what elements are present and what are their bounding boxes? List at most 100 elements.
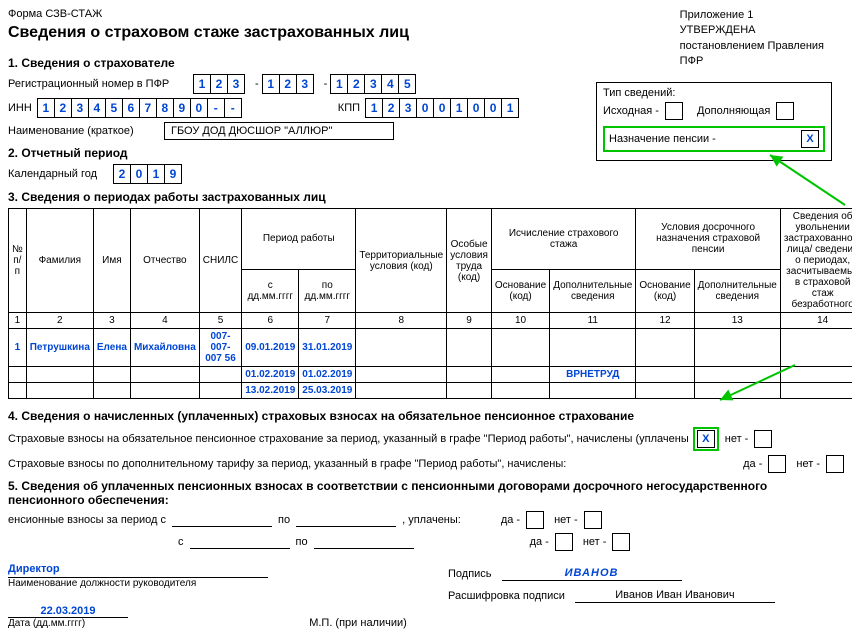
reg-cell[interactable]: 1 [330,74,348,94]
inn-label: ИНН [8,102,32,114]
inn-cell[interactable]: 2 [54,98,72,118]
s5-net1-check[interactable] [584,511,602,529]
s4-net-check[interactable] [754,430,772,448]
col-name: Имя [93,209,130,313]
col-early: Условия досрочного назначения страховой … [636,209,780,270]
s4-net-label: нет - [725,433,749,445]
type-original-check[interactable] [665,102,683,120]
inn-cell[interactable]: 9 [173,98,191,118]
inn-cell[interactable]: - [224,98,242,118]
reg-cell[interactable]: 1 [193,74,211,94]
inn-cell[interactable]: 8 [156,98,174,118]
mp-label: М.П. (при наличии) [309,617,407,629]
inn-cell[interactable]: 0 [190,98,208,118]
table-cell [9,367,27,383]
type-pension-row: Назначение пенсии - X [603,126,825,152]
kpp-cell[interactable]: 1 [365,98,383,118]
kpp-cell[interactable]: 1 [501,98,519,118]
type-supplement-check[interactable] [776,102,794,120]
table-cell [550,383,636,399]
col-calc: Исчисление страхового стажа [491,209,635,270]
type-pension-check[interactable]: X [801,130,819,148]
s5-po2: по [296,536,308,548]
s5-da1: да - [501,514,520,526]
year-cell[interactable]: 9 [164,164,182,184]
table-cell: Елена [93,329,130,367]
year-cell[interactable]: 1 [147,164,165,184]
year-cell[interactable]: 0 [130,164,148,184]
reg-cell[interactable]: 1 [262,74,280,94]
inn-cell[interactable]: - [207,98,225,118]
inn-cell[interactable]: 6 [122,98,140,118]
reg-cell[interactable]: 2 [279,74,297,94]
reg-group3: 1 2 3 4 5 [331,74,416,94]
inn-group: 1 2 3 4 5 6 7 8 9 0 - - [38,98,242,118]
table-cell [93,383,130,399]
decode-label: Расшифровка подписи [448,590,565,602]
inn-cell[interactable]: 3 [71,98,89,118]
kpp-cell[interactable]: 1 [450,98,468,118]
reg-label: Регистрационный номер в ПФР [8,78,188,90]
table-row: 13.02.201925.03.2019 [9,383,852,399]
kpp-cell[interactable]: 2 [382,98,400,118]
table-cell [491,367,549,383]
inn-cell[interactable]: 5 [105,98,123,118]
director-role-label: Наименование должности руководителя [8,578,268,589]
table-cell: 01.02.2019 [242,367,299,383]
section4-head: 4. Сведения о начисленных (уплаченных) с… [8,409,844,423]
table-cell [636,329,694,367]
s5-da2-check[interactable] [555,533,573,551]
signature-value: ИВАНОВ [502,567,682,581]
s5-s: с [178,536,184,548]
year-cell[interactable]: 2 [113,164,131,184]
reg-cell[interactable]: 5 [398,74,416,94]
inn-cell[interactable]: 7 [139,98,157,118]
s4-net2-label: нет - [796,458,820,470]
reg-cell[interactable]: 3 [296,74,314,94]
reg-cell[interactable]: 4 [381,74,399,94]
approved-line1: УТВЕРЖДЕНА [680,23,824,38]
table-cell [130,383,199,399]
appendix-label: Приложение 1 [680,8,824,23]
year-label: Календарный год [8,168,108,180]
s5-da1-check[interactable] [526,511,544,529]
s5-upl: , уплачены: [402,514,461,526]
table-cell [780,329,852,367]
kpp-cell[interactable]: 0 [433,98,451,118]
s5-from-field[interactable] [172,513,272,527]
s5-to-field[interactable] [296,513,396,527]
reg-cell[interactable]: 2 [210,74,228,94]
reg-cell[interactable]: 3 [227,74,245,94]
s4-net2-check[interactable] [826,455,844,473]
s4-da2-check[interactable] [768,455,786,473]
table-cell: ВРНЕТРУД [550,367,636,383]
table-cell [93,367,130,383]
s5-net2-check[interactable] [612,533,630,551]
kpp-cell[interactable]: 0 [416,98,434,118]
type-pension-label: Назначение пенсии - [609,133,716,145]
kpp-cell[interactable]: 3 [399,98,417,118]
s5-from2[interactable] [190,535,290,549]
reg-cell[interactable]: 3 [364,74,382,94]
kpp-cell[interactable]: 0 [467,98,485,118]
table-cell [447,367,492,383]
table-cell [694,383,780,399]
inn-cell[interactable]: 4 [88,98,106,118]
table-cell: 13.02.2019 [242,383,299,399]
org-name-value[interactable]: ГБОУ ДОД ДЮСШОР "АЛЛЮР" [164,122,394,140]
col-snils: СНИЛС [199,209,241,313]
table-cell [550,329,636,367]
col-fam: Фамилия [26,209,93,313]
inn-cell[interactable]: 1 [37,98,55,118]
s4-da2-label: да - [743,458,762,470]
table-row: 01.02.201901.02.2019ВРНЕТРУД [9,367,852,383]
section5-head: 5. Сведения об уплаченных пенсионных взн… [8,479,844,507]
table-cell [356,383,447,399]
s5-da2: да - [530,536,549,548]
s4-da-check[interactable]: X [697,430,715,448]
kpp-cell[interactable]: 0 [484,98,502,118]
reg-cell[interactable]: 2 [347,74,365,94]
s4-da-box: да - X [693,427,719,451]
s5-to2[interactable] [314,535,414,549]
table-cell: 1 [9,329,27,367]
